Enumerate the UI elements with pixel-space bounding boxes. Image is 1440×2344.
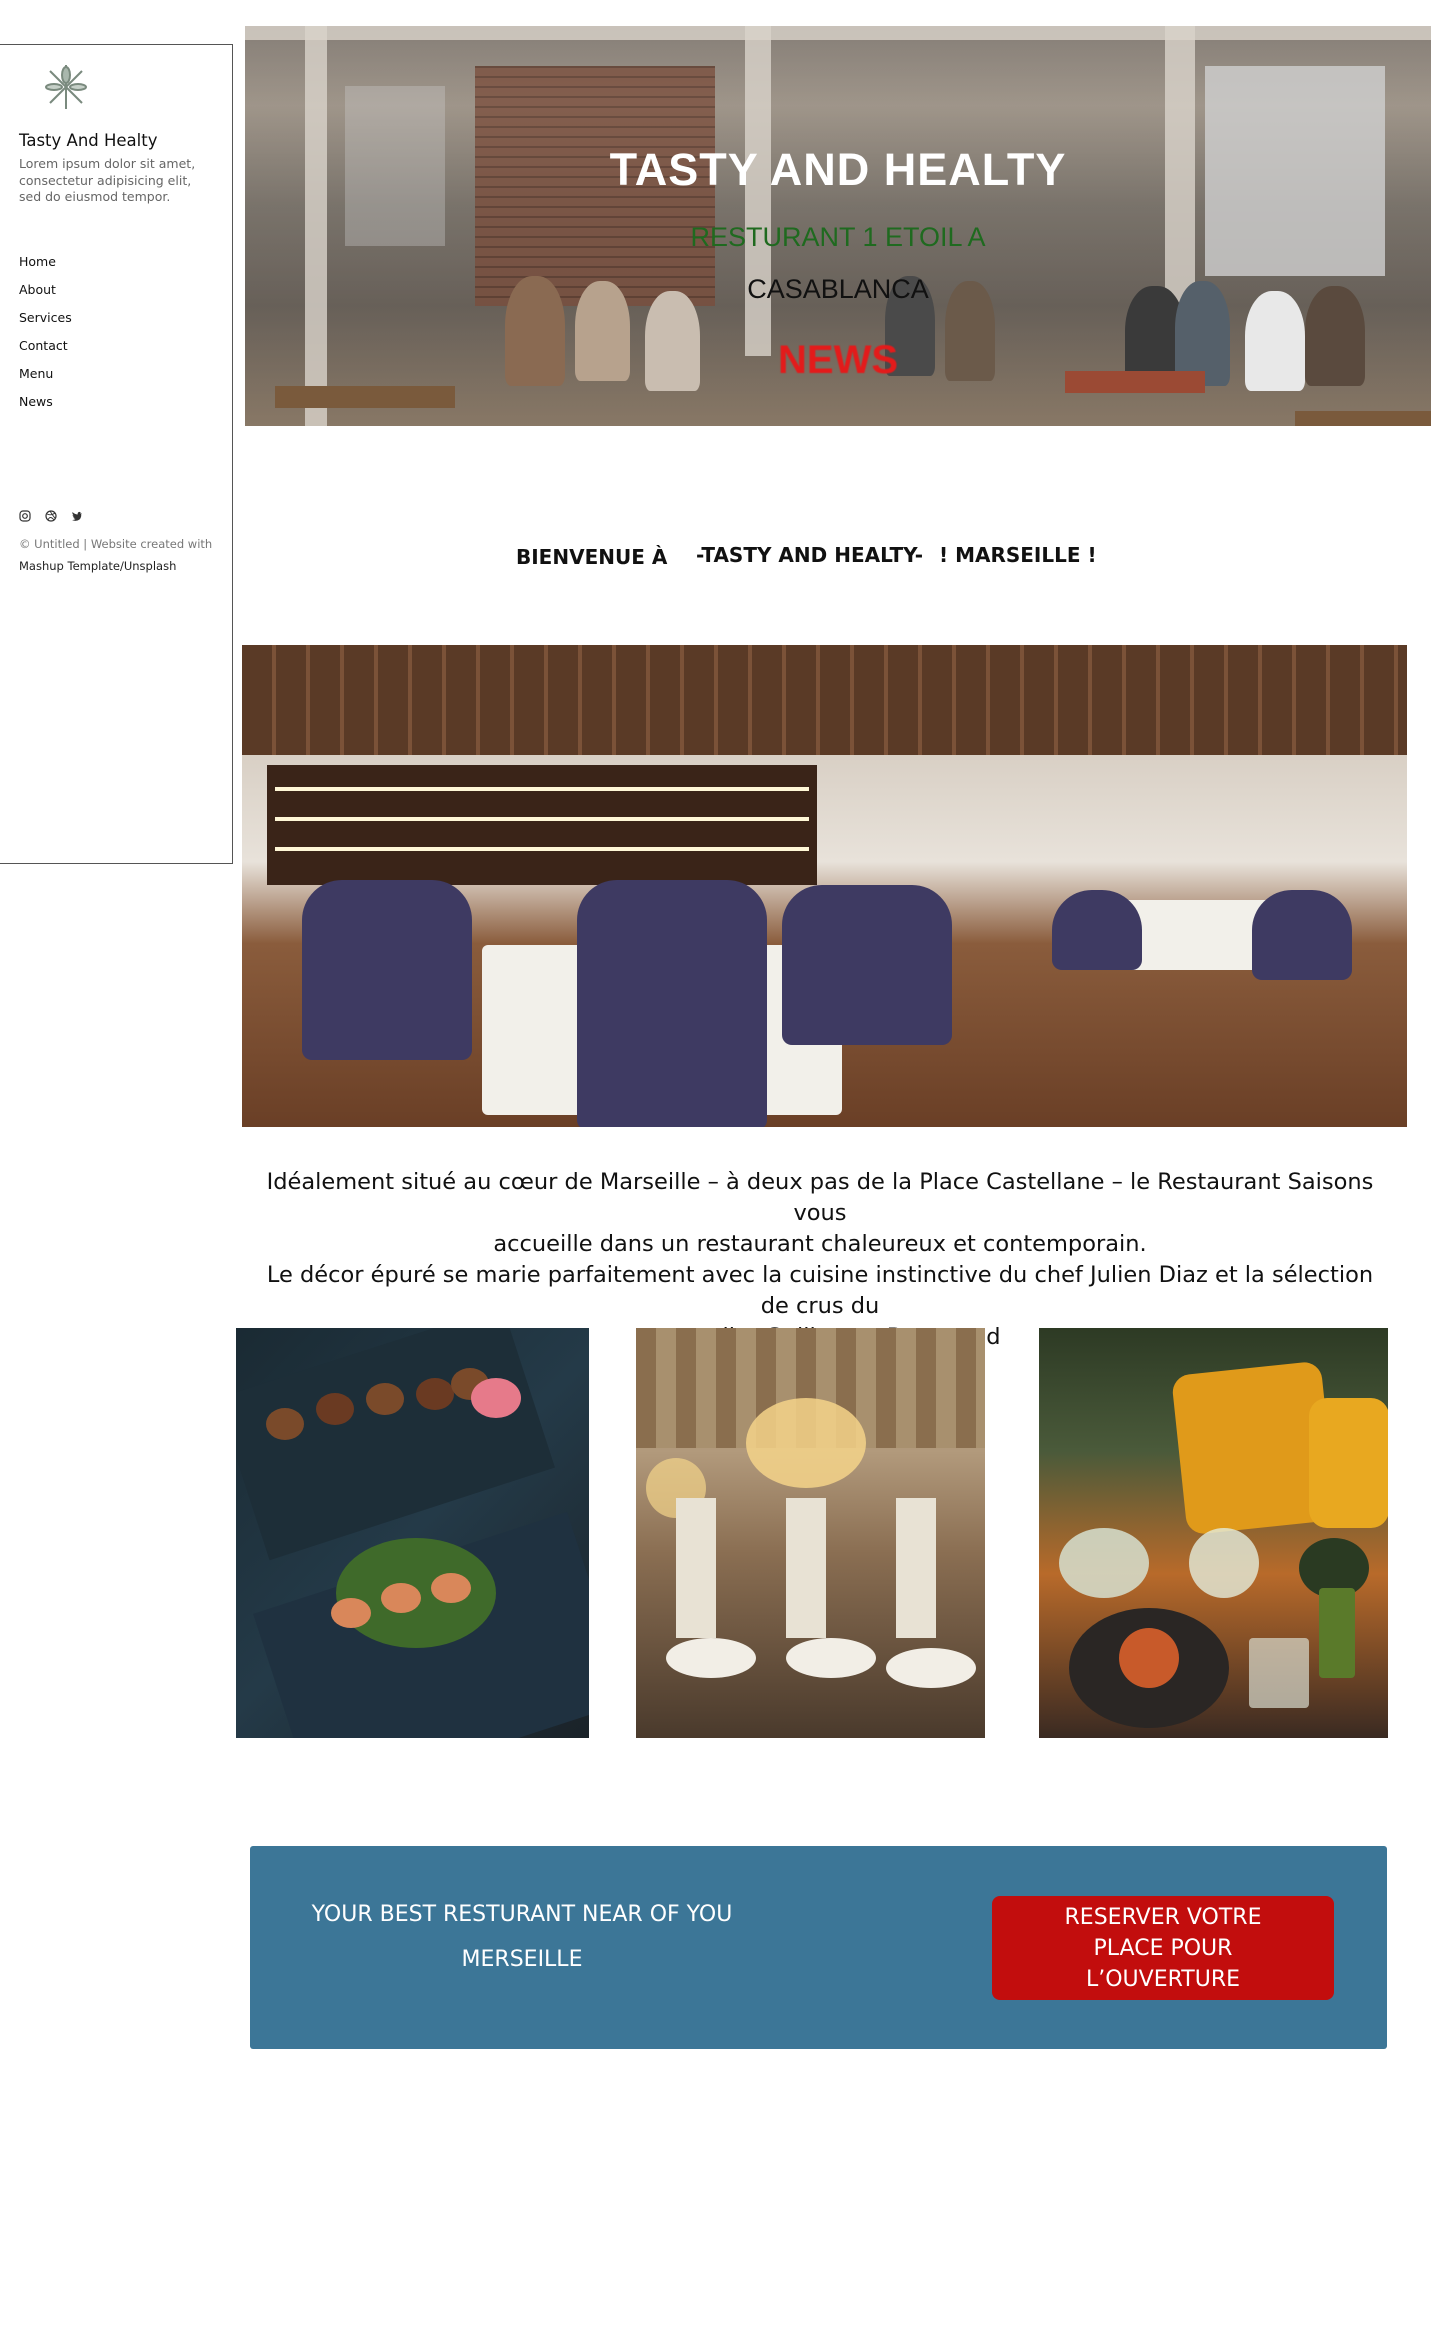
restaurant-interior-photo [242, 645, 1407, 1127]
hero-banner: TASTY AND HEALTY RESTURANT 1 ETOIL A CAS… [245, 26, 1431, 426]
dribbble-icon[interactable] [45, 510, 57, 525]
cta-city: MERSEILLE [461, 1947, 583, 1972]
main-nav: Home About Services Contact Menu News [19, 253, 72, 421]
about-line: accueille dans un restaurant chaleureux … [493, 1231, 1147, 1257]
reserve-button[interactable]: RESERVER VOTRE PLACE POUR L’OUVERTURE [992, 1896, 1334, 2000]
about-line: Idéalement situé au cœur de Marseille – … [266, 1169, 1374, 1226]
copyright-text: © Untitled | Website created with [19, 537, 213, 551]
brand-name[interactable]: Tasty And Healty [19, 131, 158, 150]
hero-city: CASABLANCA [747, 274, 929, 304]
template-credit-link[interactable]: Mashup Template/Unsplash [19, 555, 234, 577]
reserve-button-label: RESERVER VOTRE PLACE POUR L’OUVERTURE [1064, 1904, 1262, 1992]
nav-item-home[interactable]: Home [19, 253, 72, 281]
nav-item-contact[interactable]: Contact [19, 337, 72, 365]
gallery-image-ballroom [636, 1328, 985, 1738]
copyright: © Untitled | Website created with Mashup… [19, 533, 234, 577]
tagline: Lorem ipsum dolor sit amet, consectetur … [19, 156, 196, 204]
gallery-image-cocktails [1039, 1328, 1388, 1738]
sidebar: Tasty And Healty Lorem ipsum dolor sit a… [0, 44, 233, 864]
gallery-image-dishes [236, 1328, 589, 1738]
nav-item-about[interactable]: About [19, 281, 72, 309]
welcome-brand: -TASTY AND HEALTY- [696, 543, 924, 567]
instagram-icon[interactable] [19, 510, 31, 525]
welcome-city: ! MARSEILLE ! [939, 543, 1097, 567]
hero-subtitle: RESTURANT 1 ETOIL A [690, 222, 986, 252]
hero-news-link[interactable]: NEWS [245, 338, 1431, 383]
nav-item-services[interactable]: Services [19, 309, 72, 337]
twitter-icon[interactable] [71, 510, 83, 525]
social-links [19, 510, 83, 525]
cta-banner: YOUR BEST RESTURANT NEAR OF YOU MERSEILL… [250, 1846, 1387, 2049]
logo-icon [45, 65, 87, 109]
cta-headline: YOUR BEST RESTURANT NEAR OF YOU [311, 1902, 733, 1927]
nav-item-news[interactable]: News [19, 393, 72, 421]
nav-item-menu[interactable]: Menu [19, 365, 72, 393]
about-paragraph: Idéalement situé au cœur de Marseille – … [250, 1167, 1390, 1353]
hero-title: TASTY AND HEALTY [609, 144, 1067, 195]
welcome-text: BIENVENUE À [516, 545, 668, 569]
about-line: Le décor épuré se marie parfaitement ave… [266, 1262, 1374, 1319]
